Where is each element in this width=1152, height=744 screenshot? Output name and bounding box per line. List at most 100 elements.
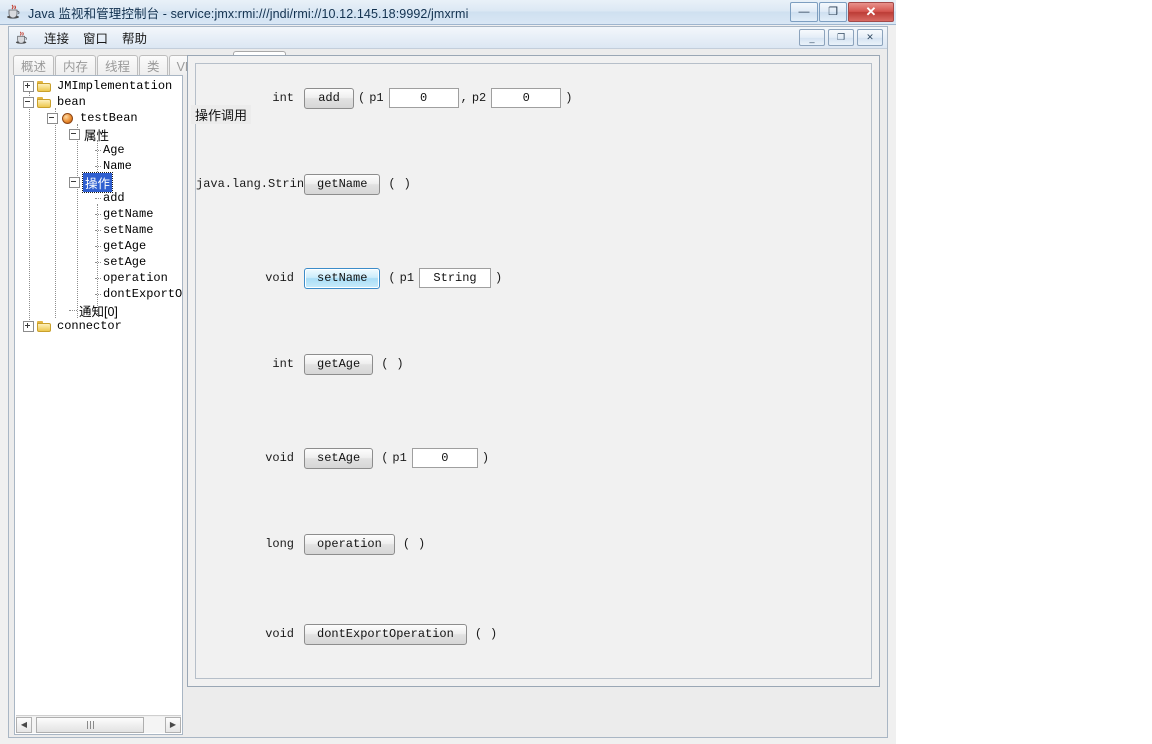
open-paren: ( (380, 177, 399, 191)
expander-minus-icon[interactable] (69, 129, 80, 140)
op-return-type: void (196, 271, 304, 285)
java-cup-icon (15, 31, 29, 45)
java-cup-icon (6, 4, 22, 20)
expander-plus-icon[interactable] (23, 321, 34, 332)
scrollbar-track[interactable] (32, 717, 165, 733)
open-paren: ( (467, 627, 486, 641)
menu-help[interactable]: 帮助 (115, 26, 154, 49)
tree-node-label: dontExportOper (95, 287, 182, 301)
tree-node-Age[interactable]: Age (95, 142, 125, 158)
tab-overview[interactable]: 概述 (13, 55, 54, 75)
tab-classes[interactable]: 类 (139, 55, 168, 75)
close-paren: ) (491, 271, 506, 285)
close-paren: ) (478, 451, 493, 465)
operation-panel-title: 操作调用 (191, 105, 251, 124)
tree-node-connector[interactable]: connector (23, 318, 122, 334)
tree-node-getAge[interactable]: getAge (95, 238, 146, 254)
tree-line (95, 294, 101, 295)
op-operation: long operation ( ) (196, 532, 429, 556)
tree-line (29, 92, 30, 324)
tree-node-getName[interactable]: getName (95, 206, 153, 222)
expander-minus-icon[interactable] (47, 113, 58, 124)
open-paren: ( (380, 271, 399, 285)
tree-node-label: setAge (95, 255, 146, 269)
tree-horizontal-scrollbar[interactable]: ◀ ▶ (16, 715, 181, 733)
open-paren: ( (373, 357, 392, 371)
folder-icon (37, 320, 52, 332)
tree-node-label: 属性 (83, 125, 109, 144)
menu-window[interactable]: 窗口 (76, 26, 115, 49)
tree-node-JMImplementation[interactable]: JMImplementation (23, 78, 172, 94)
tree-line (95, 214, 101, 215)
tree-line (55, 108, 56, 318)
op-getName: java.lang.String getName ( ) (196, 172, 415, 196)
op-return-type: long (196, 537, 304, 551)
folder-icon (37, 96, 52, 108)
operation-invocation-panel: int add ( p1 , p2 ) java.lang.String get… (187, 55, 880, 687)
tab-threads[interactable]: 线程 (97, 55, 138, 75)
op-setAge: void setAge ( p1 ) (196, 446, 493, 470)
window-close-button[interactable]: ✕ (848, 2, 894, 22)
op-dontExportOperation: void dontExportOperation ( ) (196, 622, 501, 646)
open-paren: ( (373, 451, 392, 465)
tree-line (95, 166, 101, 167)
tree-node-label: testBean (79, 111, 138, 125)
param-input-p1[interactable] (419, 268, 491, 288)
mbean-tree[interactable]: JMImplementation bean testBean (15, 76, 182, 713)
window-restore-button[interactable]: ❐ (819, 2, 847, 22)
op-return-type: void (196, 451, 304, 465)
op-setName: void setName ( p1 ) (196, 266, 506, 290)
window-controls: — ❐ ✕ (789, 1, 894, 22)
op-return-type: int (196, 91, 304, 105)
scroll-right-arrow-icon[interactable]: ▶ (165, 717, 181, 733)
tree-node-label: bean (56, 95, 86, 109)
tree-node-notifications[interactable]: 通知[0] (69, 302, 118, 318)
tree-node-operations[interactable]: 操作 (69, 174, 112, 190)
op-setAge-button[interactable]: setAge (304, 448, 373, 469)
menu-connection[interactable]: 连接 (37, 26, 76, 49)
param-input-p1[interactable] (412, 448, 478, 468)
tree-node-label: 操作 (83, 173, 112, 192)
app-screenshot: Java 监视和管理控制台 - service:jmx:rmi:///jndi/… (0, 0, 1152, 744)
expander-minus-icon[interactable] (23, 97, 34, 108)
op-getAge-button[interactable]: getAge (304, 354, 373, 375)
tree-line (95, 262, 101, 263)
open-paren: ( (395, 537, 414, 551)
tree-node-label: connector (56, 319, 122, 333)
op-getName-button[interactable]: getName (304, 174, 380, 195)
tree-node-add[interactable]: add (95, 190, 125, 206)
mbean-icon (61, 112, 75, 125)
scroll-left-arrow-icon[interactable]: ◀ (16, 717, 32, 733)
param-name-p1: p1 (392, 451, 411, 465)
param-separator: , (459, 91, 472, 105)
tree-node-operation[interactable]: operation (95, 270, 168, 286)
operation-list: int add ( p1 , p2 ) java.lang.String get… (195, 63, 872, 679)
expander-minus-icon[interactable] (69, 177, 80, 188)
tab-memory[interactable]: 内存 (55, 55, 96, 75)
param-input-p1[interactable] (389, 88, 459, 108)
close-paren: ) (414, 537, 429, 551)
param-input-p2[interactable] (491, 88, 561, 108)
close-paren: ) (392, 357, 407, 371)
scrollbar-thumb[interactable] (36, 717, 144, 733)
op-dontExportOperation-button[interactable]: dontExportOperation (304, 624, 467, 645)
op-add-button[interactable]: add (304, 88, 354, 109)
op-getAge: int getAge ( ) (196, 352, 408, 376)
window-title: Java 监视和管理控制台 - service:jmx:rmi:///jndi/… (28, 3, 468, 22)
close-paren: ) (561, 91, 576, 105)
tree-node-attributes[interactable]: 属性 (69, 126, 109, 142)
op-operation-button[interactable]: operation (304, 534, 395, 555)
tree-node-setName[interactable]: setName (95, 222, 153, 238)
tree-node-label: setName (95, 223, 153, 237)
internal-restore-button[interactable]: ❐ (828, 29, 854, 46)
tree-line (95, 198, 101, 199)
tree-node-bean[interactable]: bean (23, 94, 86, 110)
tree-node-setAge[interactable]: setAge (95, 254, 146, 270)
internal-minimize-button[interactable]: _ (799, 29, 825, 46)
op-add: int add ( p1 , p2 ) (196, 86, 576, 110)
op-setName-button[interactable]: setName (304, 268, 380, 289)
window-minimize-button[interactable]: — (790, 2, 818, 22)
internal-close-button[interactable]: ✕ (857, 29, 883, 46)
tree-line (69, 310, 77, 311)
expander-plus-icon[interactable] (23, 81, 34, 92)
